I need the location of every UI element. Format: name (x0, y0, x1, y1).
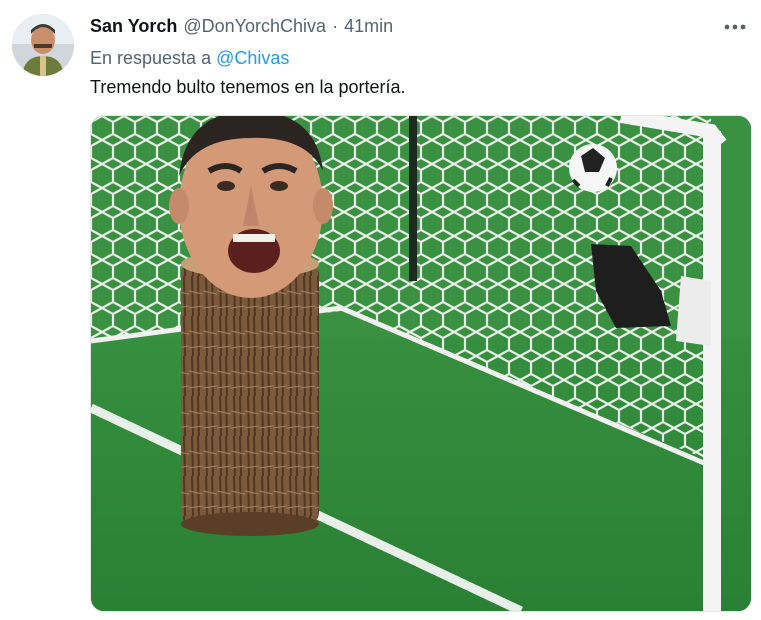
avatar[interactable] (12, 14, 74, 76)
meme-image (91, 116, 751, 611)
display-name[interactable]: San Yorch (90, 16, 177, 37)
reply-mention-link[interactable]: @Chivas (216, 48, 289, 68)
tweet-text: Tremendo bulto tenemos en la portería. (90, 77, 406, 97)
timestamp[interactable]: 41min (344, 16, 393, 37)
more-dots-icon (724, 24, 746, 30)
separator-dot: · (332, 16, 339, 36)
tweet-media[interactable] (90, 115, 752, 612)
tweet-header: San Yorch @DonYorchChiva · 41min (90, 16, 393, 40)
user-handle[interactable]: @DonYorchChiva (183, 16, 326, 37)
reply-prefix: En respuesta a (90, 48, 212, 68)
reply-context: En respuesta a @Chivas (90, 48, 289, 69)
tweet-card[interactable]: San Yorch @DonYorchChiva · 41min En resp… (0, 0, 761, 620)
avatar-image (12, 14, 74, 76)
more-options-button[interactable] (721, 14, 749, 40)
